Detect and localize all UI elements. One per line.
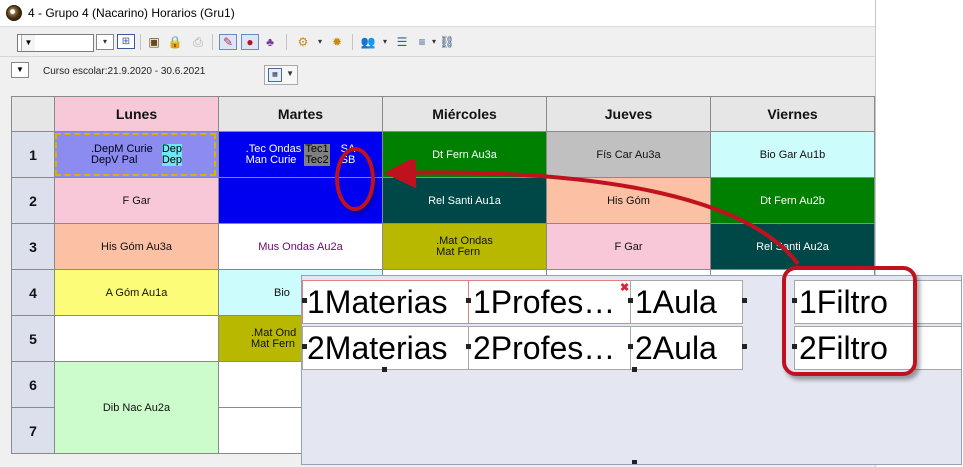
lesson-cell[interactable]	[218, 177, 383, 224]
lesson-cell[interactable]: His Góm Au3a	[54, 223, 219, 270]
field-1-filtro[interactable]: 1Filtro	[794, 280, 916, 324]
period-header: 3	[11, 223, 55, 270]
field-1-materias[interactable]: 1Materias	[302, 280, 469, 324]
resize-handle[interactable]	[466, 298, 471, 303]
lesson-cell[interactable]: .Tec Ondas Man Curie Tec1 Tec2 SA SB	[218, 131, 383, 178]
period-header: 1	[11, 131, 55, 178]
title-bar: 4 - Grupo 4 (Nacarino) Horarios (Gru1)	[0, 0, 875, 27]
fit-icon[interactable]: ⊞	[117, 34, 135, 49]
day-header-lunes[interactable]: Lunes	[54, 96, 219, 132]
print-icon[interactable]: ⎙	[190, 34, 206, 50]
lesson-cell[interactable]: .DepM Curie DepV Pal Dep Dep	[54, 131, 219, 178]
window-title: 4 - Grupo 4 (Nacarino) Horarios (Gru1)	[28, 6, 235, 20]
field-2-extra[interactable]	[915, 326, 961, 370]
day-header-row: Lunes Martes Miércoles Jueves Viernes	[11, 96, 875, 132]
resize-handle[interactable]	[632, 460, 637, 464]
chevron-down-icon: ▼	[286, 69, 294, 78]
toolbar-separator	[286, 34, 287, 50]
day-header-viernes[interactable]: Viernes	[710, 96, 875, 132]
period-header: 4	[11, 269, 55, 316]
resize-handle[interactable]	[302, 344, 307, 349]
list-icon[interactable]: ☰	[394, 34, 410, 50]
resize-handle[interactable]	[742, 298, 747, 303]
day-header-martes[interactable]: Martes	[218, 96, 383, 132]
resize-handle[interactable]	[792, 298, 797, 303]
lesson-line: Man Curie	[245, 153, 297, 166]
users-icon[interactable]: 👥	[360, 34, 376, 50]
day-header-jueves[interactable]: Jueves	[546, 96, 711, 132]
toolbar-separator	[140, 34, 141, 50]
field-2-filtro[interactable]: 2Filtro	[794, 326, 916, 370]
lock-icon[interactable]: 🔒	[167, 34, 183, 50]
class-combo[interactable]: 4 ▼	[17, 34, 94, 52]
lesson-line: DepV Pal	[91, 153, 138, 166]
resize-handle[interactable]	[302, 298, 307, 303]
resize-handle[interactable]	[466, 344, 471, 349]
field-1-extra[interactable]	[915, 280, 961, 324]
field-1-aula[interactable]: 1Aula	[630, 280, 743, 324]
lesson-cell[interactable]: F Gar	[54, 177, 219, 224]
lesson-group: Tec1	[304, 142, 330, 155]
edit-icon[interactable]: ✎	[219, 34, 237, 50]
arrow-path	[384, 160, 800, 266]
toolbar-separator	[212, 34, 213, 50]
annotation-arrow	[384, 160, 800, 266]
close-icon[interactable]: ✖	[620, 281, 629, 294]
settings-icon[interactable]: ⚙	[295, 34, 311, 50]
resize-handle[interactable]	[382, 367, 387, 372]
lesson-room: SB	[340, 153, 356, 166]
pin-icon[interactable]: ●	[241, 34, 259, 50]
collapse-toggle-icon[interactable]: ▼	[11, 62, 29, 78]
period-header: 7	[11, 407, 55, 454]
resize-handle[interactable]	[628, 298, 633, 303]
field-1-profesores[interactable]: 1Profes…	[468, 280, 631, 324]
lesson-cell[interactable]: Mus Ondas Au2a	[218, 223, 383, 270]
field-2-aula[interactable]: 2Aula	[630, 326, 743, 370]
toolbar: 4 ▼ ▾ ⊞ ▣ 🔒 ⎙ ✎ ● ♣ ⚙ ▾ ✹ 👥 ▾ ☰ ≡ ▾ ⛓	[0, 28, 875, 57]
field-2-materias[interactable]: 2Materias	[302, 326, 469, 370]
save-icon[interactable]: ▣	[146, 34, 162, 50]
options-row: ▼ Curso escolar:21.9.2020 - 30.6.2021 ▦ …	[0, 58, 875, 92]
calendar-icon: ▦	[268, 68, 282, 82]
school-year-label: Curso escolar:21.9.2020 - 30.6.2021	[43, 66, 206, 77]
lesson-room: Dep	[161, 142, 182, 155]
resize-handle[interactable]	[742, 344, 747, 349]
lesson-room: SA	[340, 142, 356, 155]
toolbar-separator	[352, 34, 353, 50]
cell-format-designer: 1Materias 1Profes… 1Aula 1Filtro 2Materi…	[301, 275, 962, 465]
chevron-down-icon[interactable]: ▾	[377, 34, 393, 50]
lesson-cell[interactable]: Dib Nac Au2a	[54, 361, 219, 454]
lesson-group: Tec2	[304, 153, 330, 166]
app-clock-icon[interactable]	[6, 5, 22, 21]
lesson-room: Dep	[161, 153, 182, 166]
gear-icon[interactable]: ✹	[329, 34, 345, 50]
network-icon[interactable]: ⛓	[439, 34, 455, 50]
lesson-line: .Tec Ondas	[245, 142, 302, 155]
resize-handle[interactable]	[632, 367, 637, 372]
lesson-cell[interactable]: A Góm Au1a	[54, 269, 219, 316]
lesson-line: .DepM Curie	[91, 142, 153, 155]
period-header: 6	[11, 361, 55, 408]
period-header: 2	[11, 177, 55, 224]
resize-handle[interactable]	[792, 344, 797, 349]
period-header: 5	[11, 315, 55, 362]
calendar-button[interactable]: ▦ ▼	[264, 65, 298, 85]
day-header-miercoles[interactable]: Miércoles	[382, 96, 547, 132]
people-icon[interactable]: ♣	[262, 34, 278, 50]
lesson-cell[interactable]	[54, 315, 219, 362]
resize-handle[interactable]	[628, 344, 633, 349]
corner-cell	[11, 96, 55, 132]
chevron-down-icon[interactable]: ▾	[312, 34, 328, 50]
spin-icon[interactable]: ▾	[96, 34, 114, 50]
field-2-profesores[interactable]: 2Profes…	[468, 326, 631, 370]
chevron-down-icon[interactable]: ▼	[21, 35, 35, 51]
